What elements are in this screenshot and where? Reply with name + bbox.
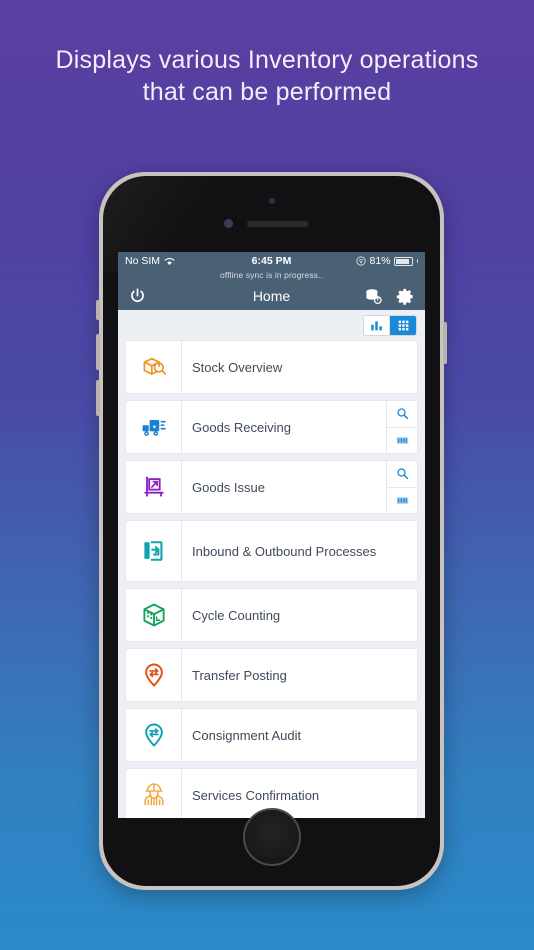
list-item-actions: [386, 401, 417, 453]
status-bar-left: No SIM: [125, 255, 175, 267]
list-item[interactable]: Consignment Audit: [125, 708, 418, 762]
battery-percent-label: 81%: [369, 255, 391, 267]
list-item-icon-cell: [126, 769, 182, 818]
view-toggle-row: [118, 310, 425, 340]
worker-icon: [144, 783, 163, 806]
list-item-label: Goods Receiving: [192, 419, 291, 435]
scan-action-button[interactable]: [387, 488, 417, 514]
list-item-actions: [386, 461, 417, 513]
list-item-label: Consignment Audit: [192, 727, 302, 743]
door-arrow-icon: [143, 541, 162, 561]
rotation-lock-icon: [356, 256, 367, 266]
phone-device: No SIM 6:45 PM 81% offline sync is in pr…: [96, 172, 447, 890]
list-item[interactable]: Goods Receiving: [125, 400, 418, 454]
proximity-sensor: [223, 219, 233, 228]
promo-headline: Displays various Inventory operations th…: [0, 44, 534, 108]
status-bar-right: 81%: [356, 255, 418, 267]
list-item-label: Services Confirmation: [192, 787, 320, 803]
view-toggle[interactable]: [363, 314, 417, 336]
pin-audit-icon: [144, 723, 163, 747]
list-item-label: Stock Overview: [192, 359, 283, 375]
list-item[interactable]: Cycle Counting: [125, 588, 418, 642]
list-item-label: Transfer Posting: [192, 667, 287, 683]
list-item-icon-cell: [126, 341, 182, 393]
scan-icon: [396, 437, 408, 444]
grid-view-button[interactable]: [390, 315, 416, 335]
list-item-icon-cell: [126, 521, 182, 581]
battery-icon: [393, 256, 413, 266]
scan-action-button[interactable]: [387, 428, 417, 454]
chart-view-button[interactable]: [364, 315, 390, 335]
battery-cap: [416, 259, 418, 263]
list-item-label: Inbound & Outbound Processes: [192, 543, 377, 559]
power-icon[interactable]: [128, 287, 147, 306]
pallet-outbound-icon: [143, 476, 164, 497]
truck-inbound-icon: [142, 420, 166, 436]
home-button[interactable]: [242, 808, 301, 866]
list-item[interactable]: Goods Issue: [125, 460, 418, 514]
status-bar: No SIM 6:45 PM 81%: [118, 252, 425, 270]
list-item[interactable]: Inbound & Outbound Processes: [125, 520, 418, 582]
volume-up-button[interactable]: [96, 334, 100, 370]
silent-switch[interactable]: [96, 300, 100, 320]
database-sync-icon[interactable]: [364, 287, 383, 306]
volume-down-button[interactable]: [96, 380, 100, 416]
navbar-actions: [364, 287, 415, 306]
search-action-button[interactable]: [387, 461, 417, 488]
list-item-icon-cell: [126, 589, 182, 641]
list-item-icon-cell: [126, 461, 182, 513]
list-item-icon-cell: [126, 649, 182, 701]
pin-transfer-icon: [144, 663, 163, 687]
list-item-label: Cycle Counting: [192, 607, 281, 623]
phone-body: No SIM 6:45 PM 81% offline sync is in pr…: [103, 176, 440, 886]
box-search-icon: [143, 357, 166, 375]
gear-icon[interactable]: [396, 287, 415, 306]
power-button[interactable]: [443, 322, 447, 364]
chart-view-icon: [371, 320, 382, 330]
list-item[interactable]: Transfer Posting: [125, 648, 418, 702]
search-icon: [396, 468, 408, 480]
front-camera: [268, 198, 275, 204]
list-item[interactable]: Stock Overview: [125, 340, 418, 394]
carrier-label: No SIM: [125, 255, 161, 267]
list-item-icon-cell: [126, 401, 182, 453]
scan-icon: [396, 497, 408, 504]
grid-view-icon: [398, 320, 408, 330]
wifi-icon: [164, 257, 175, 265]
search-action-button[interactable]: [387, 401, 417, 428]
list-item-icon-cell: [126, 709, 182, 761]
headline-line-2: that can be performed: [142, 78, 392, 106]
earpiece-speaker: [246, 221, 309, 227]
list-item-label: Goods Issue: [192, 479, 265, 495]
app-navbar: Home: [118, 282, 425, 310]
search-icon: [396, 408, 408, 420]
headline-line-1: Displays various Inventory operations: [55, 46, 479, 74]
operations-list: Stock Overview Goods Receiving Goods Iss…: [118, 340, 425, 818]
sync-status-banner: offline sync is in progress..: [118, 270, 425, 282]
cube-count-icon: [142, 603, 165, 627]
phone-screen: No SIM 6:45 PM 81% offline sync is in pr…: [118, 252, 425, 818]
